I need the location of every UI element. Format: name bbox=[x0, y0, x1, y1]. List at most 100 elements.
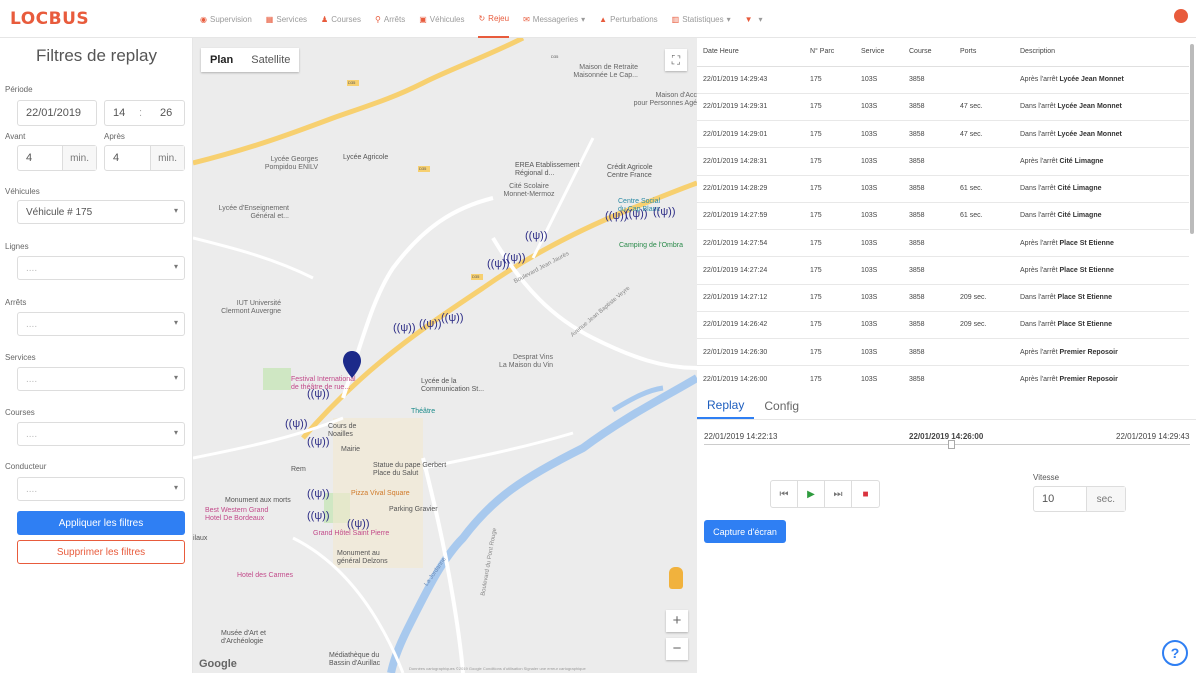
poi-parking-gravier[interactable]: Parking Gravier bbox=[389, 506, 438, 514]
antenna-marker-icon[interactable]: ((ψ)) bbox=[307, 488, 330, 500]
column-header[interactable]: Course bbox=[903, 38, 954, 67]
nav-item-messageries[interactable]: ✉ Messageries ▾ bbox=[523, 0, 585, 38]
poi-theatre[interactable]: Théâtre bbox=[411, 408, 435, 416]
apres-field[interactable]: 4 min. bbox=[104, 145, 185, 171]
stop-button[interactable]: ■ bbox=[852, 481, 879, 507]
table-row[interactable]: 22/01/2019 14:27:12 175 103S 3858 209 sec. Da… bbox=[697, 284, 1189, 312]
table-row[interactable]: 22/01/2019 14:29:43 175 103S 3858 Après l'ar… bbox=[697, 66, 1189, 94]
nav-item-supervision[interactable]: ◉ Supervision bbox=[200, 0, 252, 38]
fullscreen-icon[interactable]: ⛶ bbox=[665, 49, 687, 71]
map-attribution[interactable]: Données cartographiques ©2019 Google Con… bbox=[409, 666, 586, 671]
poi-iut[interactable]: IUT Université Clermont Auvergne bbox=[193, 300, 281, 316]
zoom-in-button[interactable]: + bbox=[666, 610, 688, 632]
poi-monument-morts[interactable]: Monument aux morts bbox=[225, 497, 291, 505]
antenna-marker-icon[interactable]: ((ψ)) bbox=[307, 436, 330, 448]
antenna-marker-icon[interactable]: ((ψ)) bbox=[625, 208, 648, 220]
antenna-marker-icon[interactable]: ((ψ)) bbox=[307, 510, 330, 522]
poi-monument-delzons[interactable]: Monument au général Delzons bbox=[337, 550, 388, 566]
poi-maison-retraite[interactable]: Maison de Retraite Maisonnée Le Cap... bbox=[548, 64, 638, 80]
play-button[interactable]: ▶ bbox=[798, 481, 825, 507]
poi-mairie[interactable]: Mairie bbox=[341, 446, 360, 454]
zoom-out-button[interactable]: − bbox=[666, 638, 688, 660]
table-row[interactable]: 22/01/2019 14:26:30 175 103S 3858 Après l'ar… bbox=[697, 338, 1189, 367]
poi-grand-hotel[interactable]: Grand Hôtel Saint Pierre bbox=[313, 530, 389, 538]
nav-item-courses[interactable]: ♟ Courses bbox=[321, 0, 361, 38]
table-row[interactable]: 22/01/2019 14:27:24 175 103S 3858 Après l'ar… bbox=[697, 256, 1189, 285]
vehicule-select[interactable]: Véhicule # 175 ▾ bbox=[17, 200, 185, 224]
user-avatar-icon[interactable] bbox=[1174, 9, 1188, 23]
poi-cite-scolaire[interactable]: Cité Scolaire Monnet-Mermoz bbox=[493, 183, 565, 199]
skip-forward-button[interactable]: ⏭ bbox=[825, 481, 852, 507]
lignes-select[interactable]: .... ▾ bbox=[17, 256, 185, 280]
map-tab-plan[interactable]: Plan bbox=[201, 48, 242, 72]
poi-lycee-agricole[interactable]: Lycée Agricole bbox=[343, 154, 388, 162]
timeline-slider-handle[interactable] bbox=[948, 440, 955, 449]
antenna-marker-icon[interactable]: ((ψ)) bbox=[487, 258, 510, 270]
column-header[interactable]: Ports bbox=[954, 38, 1014, 67]
poi-lycee-enseignement[interactable]: Lycée d'Enseignement Général et... bbox=[199, 205, 289, 221]
poi-lycee-communication[interactable]: Lycée de la Communication St... bbox=[421, 378, 484, 394]
column-header[interactable]: N° Parc bbox=[804, 38, 855, 67]
table-row[interactable]: 22/01/2019 14:29:31 175 103S 3858 47 sec. Dan… bbox=[697, 93, 1189, 122]
table-row[interactable]: 22/01/2019 14:27:59 175 103S 3858 61 sec. Dan… bbox=[697, 202, 1189, 231]
nav-item-services[interactable]: ▦ Services bbox=[266, 0, 307, 38]
column-header[interactable]: Service bbox=[855, 38, 903, 67]
poi-maison-accueil[interactable]: Maison d'Acc pour Personnes Agé bbox=[613, 92, 697, 108]
column-header[interactable]: Date Heure bbox=[697, 38, 804, 67]
nav-item-perturbations[interactable]: ▲ Perturbations bbox=[599, 0, 658, 38]
skip-back-button[interactable]: ⏮ bbox=[771, 481, 798, 507]
nav-item-notifications[interactable]: ▼ ▾ bbox=[745, 0, 763, 38]
events-table-container[interactable]: Date Heure N° Parc Service Course Ports … bbox=[697, 38, 1196, 390]
bus-position-marker-icon[interactable] bbox=[341, 350, 363, 380]
nav-item-rejeu[interactable]: ↻ Rejeu bbox=[478, 0, 510, 38]
app-logo[interactable]: LOCBUS bbox=[10, 9, 89, 29]
table-row[interactable]: 22/01/2019 14:26:00 175 103S 3858 Après l'ar… bbox=[697, 365, 1189, 390]
map-view[interactable]: D35 D35 D35 D35 Maison de Retraite Maiso… bbox=[193, 38, 697, 673]
clear-filters-button[interactable]: Supprimer les filtres bbox=[17, 540, 185, 564]
table-scrollbar[interactable] bbox=[1190, 44, 1194, 234]
tab-config[interactable]: Config bbox=[754, 392, 809, 419]
column-header[interactable]: Description bbox=[1014, 38, 1189, 67]
minute-field[interactable]: 26 bbox=[152, 100, 185, 126]
antenna-marker-icon[interactable]: ((ψ)) bbox=[347, 518, 370, 530]
table-row[interactable]: 22/01/2019 14:26:42 175 103S 3858 209 sec. Da… bbox=[697, 311, 1189, 340]
antenna-marker-icon[interactable]: ((ψ)) bbox=[441, 312, 464, 324]
poi-hotel-carmes[interactable]: Hotel des Carmes bbox=[237, 572, 293, 580]
arrets-select[interactable]: .... ▾ bbox=[17, 312, 185, 336]
apply-filters-button[interactable]: Appliquer les filtres bbox=[17, 511, 185, 535]
poi-musee[interactable]: Musée d'Art et d'Archéologie bbox=[221, 630, 266, 646]
tab-replay[interactable]: Replay bbox=[697, 392, 755, 419]
nav-item-arrets[interactable]: ⚲ Arrêts bbox=[375, 0, 405, 38]
nav-item-vehicules[interactable]: ▣ Véhicules bbox=[419, 0, 464, 38]
vitesse-field[interactable]: 10 sec. bbox=[1033, 486, 1126, 512]
table-row[interactable]: 22/01/2019 14:28:31 175 103S 3858 Après l'ar… bbox=[697, 147, 1189, 176]
conducteur-select[interactable]: .... ▾ bbox=[17, 477, 185, 501]
antenna-marker-icon[interactable]: ((ψ)) bbox=[393, 322, 416, 334]
street-view-pegman-icon[interactable] bbox=[669, 567, 683, 589]
table-row[interactable]: 22/01/2019 14:28:29 175 103S 3858 61 sec. Dan… bbox=[697, 175, 1189, 203]
courses-select[interactable]: .... ▾ bbox=[17, 422, 185, 446]
services-select[interactable]: .... ▾ bbox=[17, 367, 185, 391]
antenna-marker-icon[interactable]: ((ψ)) bbox=[285, 418, 308, 430]
poi-cours-noailles[interactable]: Cours de Noailles bbox=[328, 423, 356, 439]
map-tab-satellite[interactable]: Satellite bbox=[242, 48, 299, 72]
poi-mediatheque[interactable]: Médiathèque du Bassin d'Aurillac bbox=[329, 652, 380, 668]
poi-rem[interactable]: Rem bbox=[291, 466, 306, 474]
poi-lycee-pompidou[interactable]: Lycée Georges Pompidou ENILV bbox=[233, 156, 318, 172]
avant-field[interactable]: 4 min. bbox=[17, 145, 97, 171]
poi-erea[interactable]: EREA Etablissement Régional d... bbox=[515, 162, 580, 178]
nav-item-statistiques[interactable]: ▥ Statistiques ▾ bbox=[672, 0, 731, 38]
poi-pizza[interactable]: Pizza Vival Square bbox=[351, 490, 410, 498]
antenna-marker-icon[interactable]: ((ψ)) bbox=[525, 230, 548, 242]
poi-desprat-vins[interactable]: Desprat Vins La Maison du Vin bbox=[473, 354, 553, 370]
antenna-marker-icon[interactable]: ((ψ)) bbox=[307, 388, 330, 400]
poi-ilaux[interactable]: ilaux bbox=[193, 535, 207, 543]
table-row[interactable]: 22/01/2019 14:29:01 175 103S 3858 47 sec. Dan… bbox=[697, 120, 1189, 149]
antenna-marker-icon[interactable]: ((ψ)) bbox=[653, 206, 676, 218]
table-row[interactable]: 22/01/2019 14:27:54 175 103S 3858 Après l'ar… bbox=[697, 229, 1189, 258]
date-field[interactable]: 22/01/2019 bbox=[17, 100, 97, 126]
hour-field[interactable]: 14 bbox=[104, 100, 134, 126]
screenshot-capture-button[interactable]: Capture d'écran bbox=[704, 520, 786, 543]
poi-statue-gerbert[interactable]: Statue du pape Gerbert Place du Salut bbox=[373, 462, 446, 478]
poi-best-western[interactable]: Best Western Grand Hotel De Bordeaux bbox=[205, 507, 268, 523]
